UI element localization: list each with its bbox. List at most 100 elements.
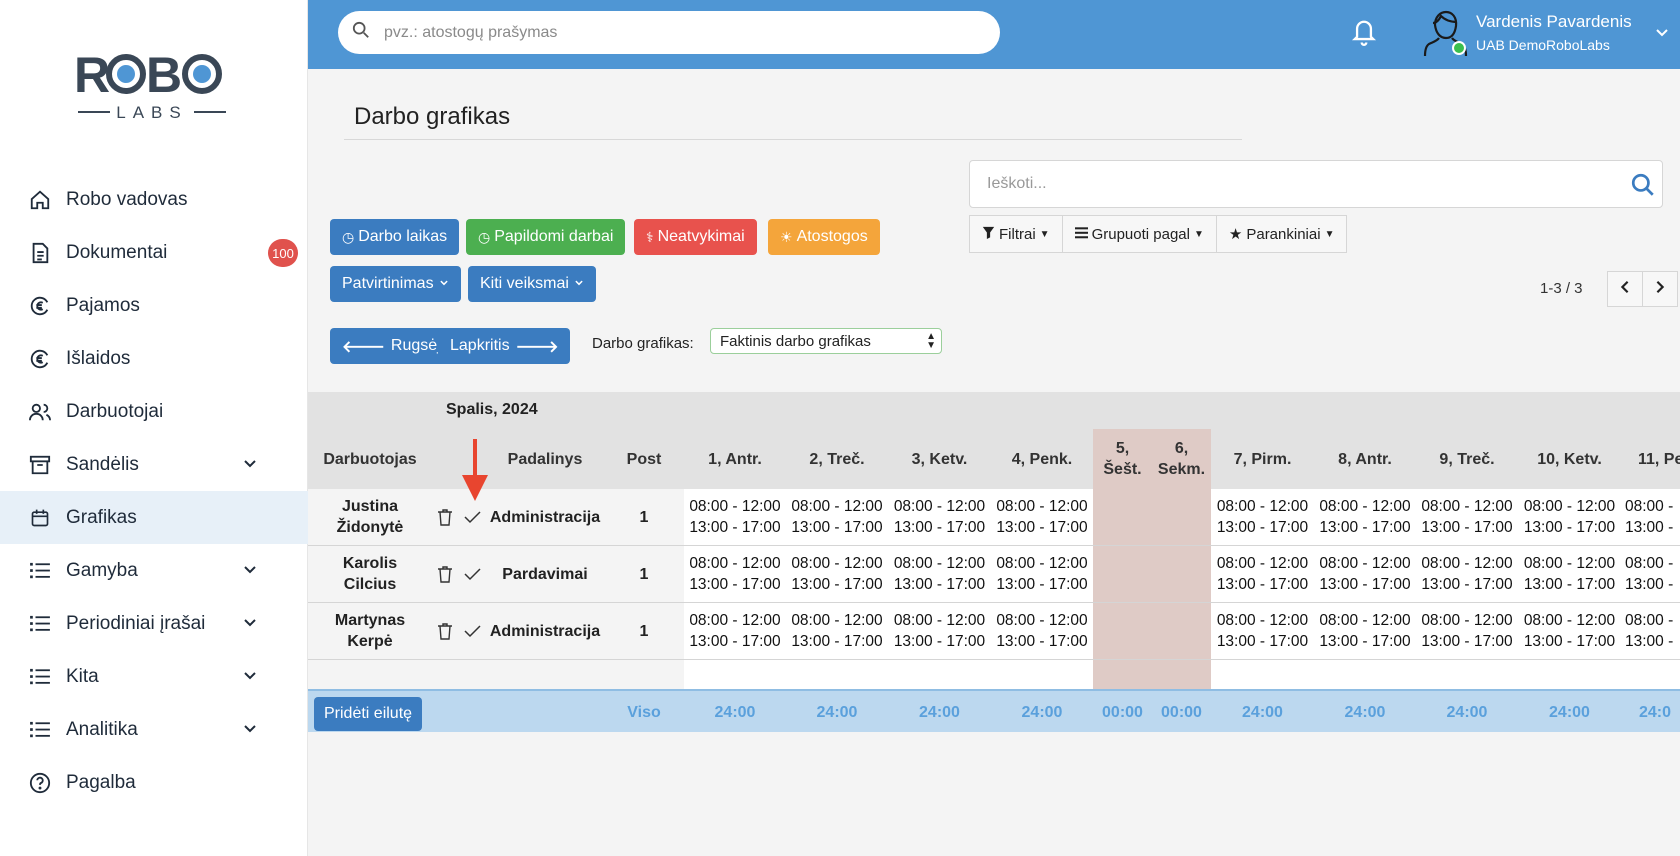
chevron-down-icon[interactable] <box>242 562 258 578</box>
select-arrows-icon: ▲ ▼ <box>926 331 936 351</box>
shift-cell[interactable]: 08:00 - 12:00 13:00 - 17:00 <box>888 546 991 602</box>
sidebar-item-pagalba[interactable]: Pagalba <box>0 756 308 809</box>
day-total: 24:00 <box>1549 704 1590 721</box>
shift-cell[interactable]: 08:00 - 12:00 13:00 - 17:00 <box>1211 603 1314 659</box>
shift-cell[interactable]: 08:00 - 12:00 13:00 - 17:00 <box>1211 546 1314 602</box>
shift-cell-empty[interactable] <box>1152 546 1211 602</box>
check-icon[interactable] <box>462 564 482 584</box>
shift-cell[interactable]: 08:00 - 12:00 13:00 - 17:00 <box>786 546 888 602</box>
day-total: 24:00 <box>919 704 960 721</box>
sidebar-item-gamyba[interactable]: Gamyba <box>0 544 308 597</box>
day-total: 24:00 <box>1344 704 1386 721</box>
table-row[interactable]: Martynas Kerpė Administracija 1 08:00 - 1… <box>308 603 1680 660</box>
trash-icon[interactable] <box>435 621 455 641</box>
shift-cell[interactable]: 08:00 - 12:00 13:00 - 17:00 <box>1416 546 1518 602</box>
shift-cell-empty[interactable] <box>1152 603 1211 659</box>
shift-cell-empty[interactable] <box>1093 603 1152 659</box>
employee-name[interactable]: Justina Židonytė <box>308 489 432 545</box>
shift-cell-empty[interactable] <box>1152 489 1211 545</box>
shift-cell[interactable]: 08:00 -13:00 - <box>1621 489 1680 545</box>
favorites-dropdown[interactable]: ★ Parankiniai ▼ <box>1216 215 1348 253</box>
arrow-right-icon: 🡒 <box>515 338 559 356</box>
add-row-button[interactable]: Pridėti eilutę <box>314 697 423 731</box>
filters-dropdown[interactable]: Filtrai ▼ <box>969 215 1063 253</box>
extra-work-button[interactable]: ◷ Papildomi darbai <box>466 219 626 255</box>
shift-cell[interactable]: 08:00 - 12:00 13:00 - 17:00 <box>1314 546 1416 602</box>
check-icon[interactable] <box>462 621 482 641</box>
column-header-post[interactable]: Post <box>604 429 684 489</box>
work-time-button[interactable]: ◷ Darbo laikas <box>330 219 460 255</box>
shift-cell-empty[interactable] <box>1093 489 1152 545</box>
sidebar-item-grafikas[interactable]: Grafikas <box>0 491 308 544</box>
shift-cell[interactable]: 08:00 - 12:00 13:00 - 17:00 <box>991 546 1093 602</box>
shift-cell-empty[interactable] <box>1093 546 1152 602</box>
shift-cell[interactable]: 08:00 - 12:00 13:00 - 17:00 <box>991 603 1093 659</box>
pager-previous-button[interactable] <box>1607 271 1643 307</box>
user-company[interactable]: UAB DemoRoboLabs <box>1476 37 1610 53</box>
sidebar-item-pajamos[interactable]: Pajamos <box>0 279 308 332</box>
shift-cell[interactable]: 08:00 -13:00 - <box>1621 546 1680 602</box>
employee-name[interactable]: Martynas Kerpė <box>308 603 432 659</box>
sidebar-item-label: Grafikas <box>66 506 137 528</box>
shift-cell[interactable]: 08:00 - 12:00 13:00 - 17:00 <box>1416 603 1518 659</box>
table-row[interactable]: Justina Židonytė Administracija 1 08:00 -… <box>308 489 1680 546</box>
schedule-table: Spalis, 2024 Justina Židonytė Administrac… <box>308 392 1680 732</box>
shift-cell[interactable]: 08:00 - 12:00 13:00 - 17:00 <box>888 603 991 659</box>
shift-cell[interactable]: 08:00 - 12:00 13:00 - 17:00 <box>786 489 888 545</box>
shift-cell[interactable]: 08:00 - 12:00 13:00 - 17:00 <box>991 489 1093 545</box>
shift-cell[interactable]: 08:00 - 12:00 13:00 - 17:00 <box>1314 489 1416 545</box>
shift-cell[interactable]: 08:00 - 12:00 13:00 - 17:00 <box>888 489 991 545</box>
column-header-department[interactable]: Padalinys <box>486 429 604 489</box>
shift-cell[interactable]: 08:00 - 12:00 13:00 - 17:00 <box>1518 603 1621 659</box>
other-actions-dropdown-button[interactable]: Kiti veiksmai <box>468 266 596 302</box>
total-label: Viso <box>627 704 661 721</box>
check-icon[interactable] <box>462 507 482 527</box>
global-search-input[interactable]: pvz.: atostogų prašymas <box>338 11 1000 54</box>
shift-cell[interactable]: 08:00 - 12:00 13:00 - 17:00 <box>1416 489 1518 545</box>
sidebar-item-darbuotojai[interactable]: Darbuotojai <box>0 385 308 438</box>
sidebar-item-robo-vadovas[interactable]: Robo vadovas <box>0 173 308 226</box>
schedule-type-select[interactable]: Faktinis darbo grafikas ▲ ▼ <box>710 328 942 354</box>
shift-cell[interactable]: 08:00 - 12:00 13:00 - 17:00 <box>684 546 786 602</box>
table-row[interactable]: Karolis Cilcius Pardavimai 1 08:00 - 12:0… <box>308 546 1680 603</box>
column-header-day-weekend: 6, Sekm. <box>1157 440 1206 478</box>
sidebar-item-islaidos[interactable]: Išlaidos <box>0 332 308 385</box>
trash-icon[interactable] <box>435 564 455 584</box>
shift-cell[interactable]: 08:00 - 12:00 13:00 - 17:00 <box>1211 489 1314 545</box>
shift-cell[interactable]: 08:00 - 12:00 13:00 - 17:00 <box>684 489 786 545</box>
chevron-down-icon[interactable] <box>242 456 258 472</box>
next-month-button[interactable]: Lapkritis 🡒 <box>438 328 571 364</box>
sidebar-item-dokumentai[interactable]: Dokumentai 100 <box>0 226 308 279</box>
pager-next-button[interactable] <box>1642 271 1678 307</box>
trash-icon[interactable] <box>435 507 455 527</box>
department: Administracija <box>489 622 601 640</box>
chevron-down-icon[interactable] <box>242 615 258 631</box>
absences-button[interactable]: ⚕ Neatvykimai <box>634 219 757 255</box>
other-actions-label: Kiti veiksmai <box>480 275 569 292</box>
shift-cell[interactable]: 08:00 - 12:00 13:00 - 17:00 <box>1518 489 1621 545</box>
group-by-dropdown[interactable]: Grupuoti pagal ▼ <box>1062 215 1217 253</box>
sidebar-item-sandelis[interactable]: Sandėlis <box>0 438 308 491</box>
shift-cell[interactable]: 08:00 - 12:00 13:00 - 17:00 <box>1314 603 1416 659</box>
column-header-day: 8, Antr. <box>1338 450 1392 468</box>
robolabs-logo[interactable]: R B LABS <box>72 40 232 130</box>
search-icon[interactable] <box>1630 172 1656 203</box>
shift-cell[interactable]: 08:00 - 12:00 13:00 - 17:00 <box>1518 546 1621 602</box>
sidebar-item-periodiniai-irasai[interactable]: Periodiniai įrašai <box>0 597 308 650</box>
approval-dropdown-button[interactable]: Patvirtinimas <box>330 266 461 302</box>
sidebar-item-analitika[interactable]: Analitika <box>0 703 308 756</box>
vacations-button[interactable]: ☀ Atostogos <box>768 219 880 255</box>
user-name[interactable]: Vardenis Pavardenis <box>1476 12 1632 32</box>
home-icon <box>28 188 52 212</box>
employee-name[interactable]: Karolis Cilcius <box>308 546 432 602</box>
shift-cell[interactable]: 08:00 - 12:00 13:00 - 17:00 <box>684 603 786 659</box>
sidebar-item-kita[interactable]: Kita <box>0 650 308 703</box>
column-header-employee[interactable]: Darbuotojas <box>308 429 432 489</box>
chevron-down-icon[interactable] <box>1654 25 1670 46</box>
shift-cell[interactable]: 08:00 -13:00 - <box>1621 603 1680 659</box>
chevron-down-icon[interactable] <box>242 721 258 737</box>
table-search-input[interactable]: Ieškoti... <box>969 160 1663 208</box>
chevron-down-icon[interactable] <box>242 668 258 684</box>
notification-bell-icon[interactable] <box>1350 16 1378 51</box>
shift-cell[interactable]: 08:00 - 12:00 13:00 - 17:00 <box>786 603 888 659</box>
